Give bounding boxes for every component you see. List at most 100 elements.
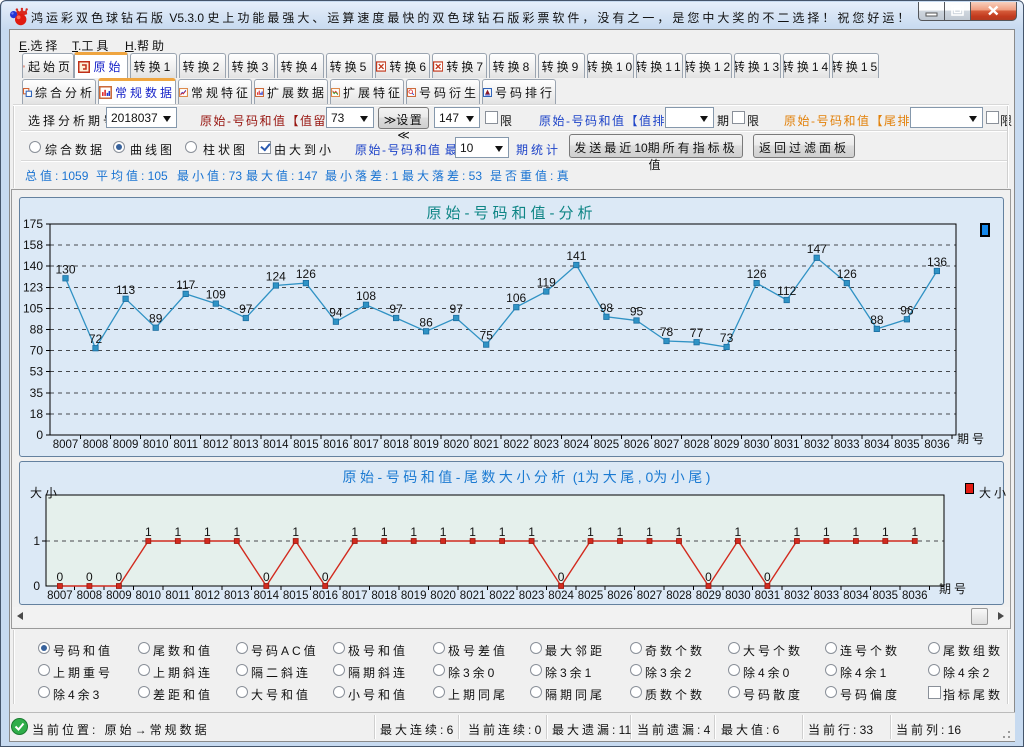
- svg-text:8020: 8020: [430, 590, 456, 602]
- svg-text:8017: 8017: [353, 439, 379, 451]
- svg-text:8024: 8024: [564, 439, 590, 451]
- svg-text:8035: 8035: [873, 590, 899, 602]
- svg-text:8025: 8025: [594, 439, 620, 451]
- svg-text:136: 136: [927, 255, 947, 269]
- svg-text:期号: 期号: [957, 432, 987, 446]
- svg-text:1: 1: [617, 525, 624, 539]
- svg-text:119: 119: [537, 276, 556, 290]
- svg-text:8023: 8023: [534, 439, 560, 451]
- svg-text:1: 1: [911, 525, 918, 539]
- svg-text:1: 1: [676, 525, 683, 539]
- svg-text:95: 95: [630, 305, 644, 319]
- svg-text:123: 123: [23, 280, 43, 294]
- svg-text:1: 1: [381, 525, 388, 539]
- svg-text:8034: 8034: [864, 439, 890, 451]
- svg-text:88: 88: [30, 323, 44, 337]
- svg-text:8024: 8024: [548, 590, 574, 602]
- svg-text:8033: 8033: [814, 590, 840, 602]
- svg-text:8014: 8014: [263, 439, 289, 451]
- svg-text:8030: 8030: [725, 590, 751, 602]
- svg-text:8011: 8011: [165, 590, 190, 602]
- svg-text:8028: 8028: [684, 439, 710, 451]
- svg-text:0: 0: [558, 570, 565, 584]
- svg-text:8021: 8021: [460, 590, 486, 602]
- svg-text:1: 1: [587, 525, 594, 539]
- svg-text:8021: 8021: [473, 439, 499, 451]
- svg-text:70: 70: [30, 344, 44, 358]
- svg-text:0: 0: [764, 570, 771, 584]
- svg-text:117: 117: [176, 278, 195, 292]
- svg-text:期号: 期号: [939, 582, 969, 596]
- svg-text:1: 1: [204, 525, 211, 539]
- svg-text:141: 141: [566, 249, 586, 263]
- svg-text:0: 0: [116, 570, 123, 584]
- svg-text:8026: 8026: [607, 590, 633, 602]
- svg-text:8016: 8016: [312, 590, 338, 602]
- svg-text:8022: 8022: [503, 439, 529, 451]
- svg-text:112: 112: [777, 284, 796, 298]
- svg-text:1: 1: [145, 525, 152, 539]
- svg-text:1: 1: [174, 525, 181, 539]
- svg-text:86: 86: [419, 315, 433, 329]
- svg-text:78: 78: [660, 325, 674, 339]
- svg-text:8022: 8022: [489, 590, 515, 602]
- svg-text:88: 88: [870, 313, 884, 327]
- svg-text:8016: 8016: [323, 439, 349, 451]
- svg-text:158: 158: [23, 238, 43, 252]
- svg-text:8031: 8031: [755, 590, 781, 602]
- svg-text:1: 1: [794, 525, 801, 539]
- svg-text:126: 126: [837, 267, 857, 281]
- svg-text:105: 105: [23, 301, 43, 315]
- svg-text:106: 106: [506, 291, 526, 305]
- svg-text:8032: 8032: [784, 590, 810, 602]
- svg-text:8015: 8015: [283, 590, 309, 602]
- svg-text:8017: 8017: [342, 590, 368, 602]
- svg-text:126: 126: [747, 267, 767, 281]
- svg-text:8030: 8030: [744, 439, 770, 451]
- svg-text:35: 35: [30, 386, 44, 400]
- svg-text:1: 1: [292, 525, 299, 539]
- svg-text:1: 1: [233, 525, 240, 539]
- svg-text:8020: 8020: [443, 439, 469, 451]
- svg-text:8023: 8023: [519, 590, 545, 602]
- svg-text:8032: 8032: [804, 439, 830, 451]
- svg-text:8026: 8026: [624, 439, 650, 451]
- svg-text:1: 1: [499, 525, 506, 539]
- svg-text:1: 1: [823, 525, 830, 539]
- svg-text:0: 0: [322, 570, 329, 584]
- svg-text:8019: 8019: [413, 439, 439, 451]
- svg-text:8029: 8029: [714, 439, 740, 451]
- svg-text:140: 140: [23, 259, 43, 273]
- svg-text:8018: 8018: [371, 590, 397, 602]
- svg-text:8029: 8029: [696, 590, 722, 602]
- svg-text:0: 0: [86, 570, 93, 584]
- svg-text:97: 97: [389, 302, 403, 316]
- svg-text:77: 77: [690, 326, 704, 340]
- svg-text:1: 1: [469, 525, 476, 539]
- svg-text:1: 1: [528, 525, 535, 539]
- svg-text:8027: 8027: [654, 439, 680, 451]
- svg-text:8018: 8018: [383, 439, 409, 451]
- svg-text:1: 1: [410, 525, 417, 539]
- svg-text:8008: 8008: [77, 590, 103, 602]
- svg-text:94: 94: [329, 306, 343, 320]
- svg-text:97: 97: [239, 302, 253, 316]
- svg-text:8009: 8009: [106, 590, 132, 602]
- svg-text:8034: 8034: [843, 590, 869, 602]
- svg-text:1: 1: [351, 525, 358, 539]
- svg-text:1: 1: [33, 534, 40, 548]
- svg-text:0: 0: [36, 428, 43, 442]
- svg-text:0: 0: [33, 579, 40, 593]
- svg-text:147: 147: [807, 242, 827, 256]
- svg-text:8019: 8019: [401, 590, 427, 602]
- svg-text:1: 1: [853, 525, 860, 539]
- svg-text:109: 109: [206, 288, 226, 302]
- svg-text:113: 113: [116, 283, 135, 297]
- svg-text:96: 96: [900, 303, 914, 317]
- svg-text:98: 98: [600, 301, 614, 315]
- svg-text:89: 89: [149, 312, 163, 326]
- svg-text:8007: 8007: [47, 590, 73, 602]
- svg-text:8036: 8036: [924, 439, 950, 451]
- svg-text:0: 0: [263, 570, 270, 584]
- svg-text:8035: 8035: [894, 439, 920, 451]
